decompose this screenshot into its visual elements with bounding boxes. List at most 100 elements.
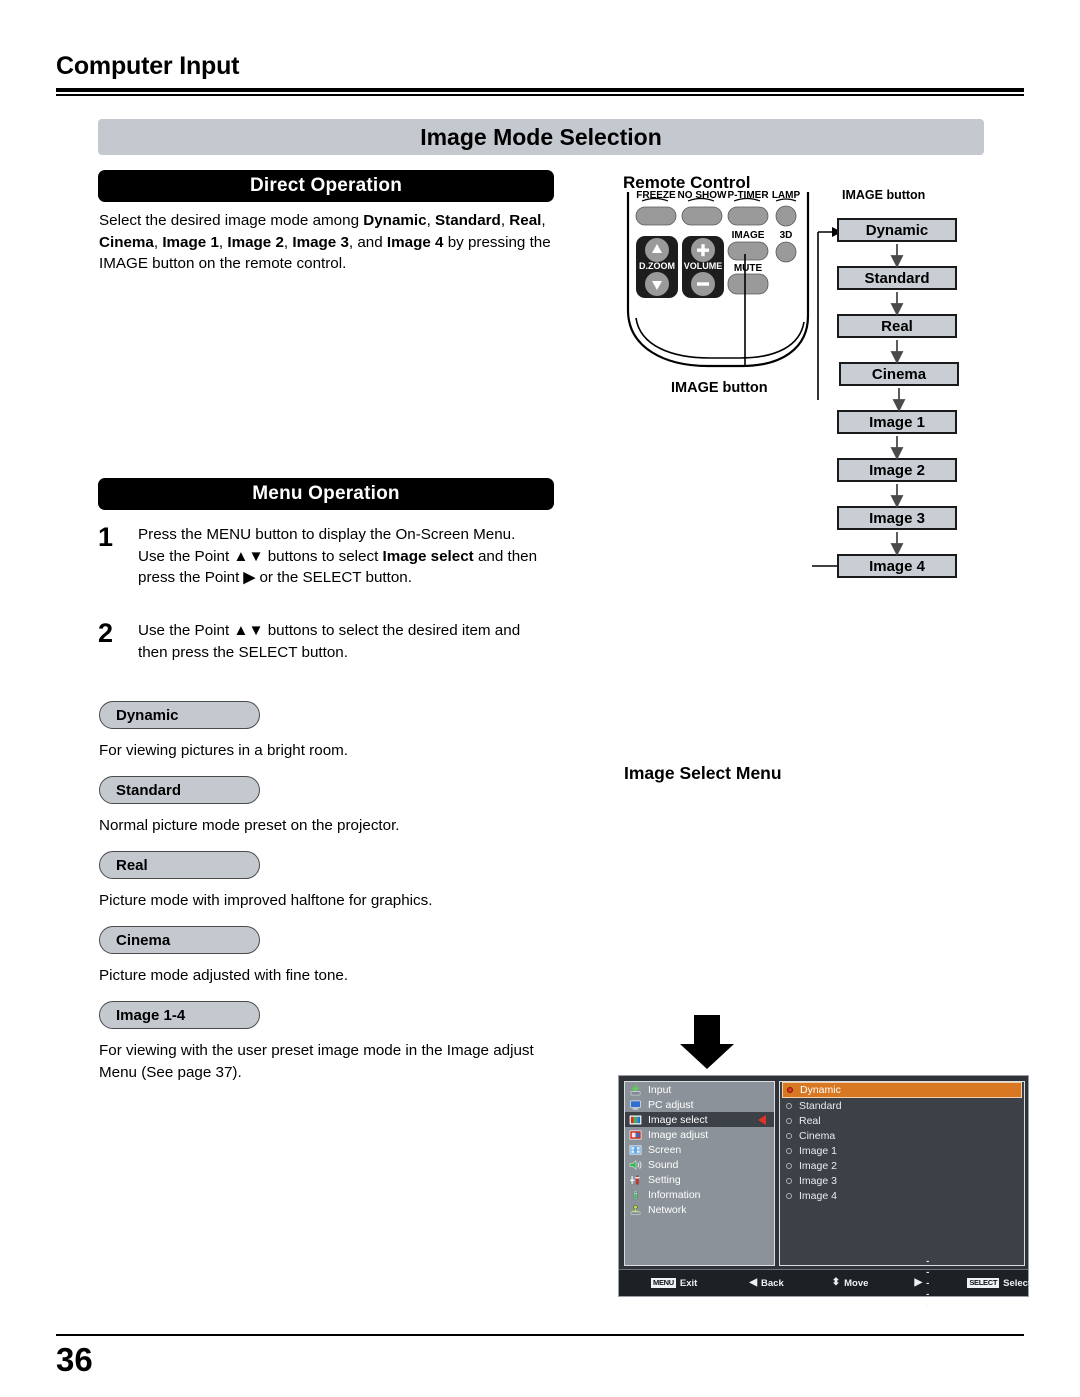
header-rule-thick [56,88,1024,92]
section-banner: Image Mode Selection [98,119,984,155]
image-select-icon [629,1115,642,1124]
mode-desc-dynamic: For viewing pictures in a bright room. [99,742,349,759]
right-arrow-icon: ▶ [243,569,256,586]
sidebar-item-screen[interactable]: Screen [625,1142,774,1157]
radio-icon [787,1087,793,1093]
menu-step-1: 1 Press the MENU button to display the O… [98,524,546,589]
osd-screenshot: Input PC adjust Image select Image adjus… [618,1075,1031,1311]
step-2-part-0: Use the Point [138,622,234,639]
svg-text:LAMP: LAMP [772,190,801,201]
status-next[interactable]: ▶ - - - - - [914,1256,929,1311]
status-back[interactable]: ◀ Back [749,1278,783,1289]
svg-text:VOLUME: VOLUME [684,261,723,271]
sidebar-item-information[interactable]: Information [625,1187,774,1202]
step-1-part-6: or the SELECT button. [255,569,412,586]
osd-option-label-image-4: Image 4 [799,1189,837,1202]
sidebar-label-network: Network [648,1203,687,1216]
screen-icon [629,1144,642,1155]
mode-desc-cinema: Picture mode adjusted with fine tone. [99,967,349,984]
step-1-emphasis: Image select [382,547,474,565]
radio-icon [786,1162,792,1169]
sidebar-item-pc-adjust[interactable]: PC adjust [625,1097,774,1112]
mode-desc-image-1-4: For viewing with the user preset image m… [99,1042,534,1081]
osd-option-label-real: Real [799,1114,821,1127]
osd-option-label-dynamic: Dynamic [800,1084,841,1096]
network-icon [630,1204,641,1215]
sidebar-item-setting[interactable]: Setting [625,1172,774,1187]
inline-mode-5: Image 2 [227,233,284,251]
step-2-text: Use the Point ▲▼ buttons to select the d… [138,620,546,663]
status-select[interactable]: SELECT Select [967,1278,1031,1289]
sidebar-item-network[interactable]: Network [625,1202,774,1217]
flow-arrows-graphic [812,244,906,567]
updown-arrow-icon: ⬍ [831,1277,841,1288]
right-arrow-icon: ▶ [914,1277,923,1288]
status-move[interactable]: ⬍ Move [832,1278,869,1289]
information-icon [633,1189,638,1200]
sound-icon [629,1159,642,1170]
osd-option-image-2[interactable]: Image 2 [780,1158,1024,1173]
inline-mode-2: Real [509,212,542,229]
mode-chip-real: Real [99,851,260,879]
sidebar-label-pc-adjust: PC adjust [648,1098,694,1111]
svg-text:MUTE: MUTE [734,263,763,274]
osd-option-standard[interactable]: Standard [780,1098,1024,1113]
sidebar-item-sound[interactable]: Sound [625,1157,774,1172]
left-arrow-icon: ◀ [749,1277,758,1288]
osd-option-image-1[interactable]: Image 1 [780,1143,1024,1158]
status-label-select: Select [1003,1277,1032,1289]
radio-icon [786,1177,792,1184]
osd-status-bar: MENU Exit ◀ Back ⬍ Move ▶ - - - - - SELE… [619,1256,1031,1311]
mode-chip-dynamic: Dynamic [99,701,260,729]
menu-operation-heading: Menu Operation [98,478,554,510]
direct-operation-body: Select the desired image mode among Dyna… [99,212,551,272]
radio-icon [786,1147,792,1154]
osd-option-real[interactable]: Real [780,1113,1024,1128]
step-1-part-2: buttons to select [263,547,383,565]
status-label-exit: Exit [679,1277,698,1289]
sidebar-label-sound: Sound [648,1158,679,1171]
status-label-back: Back [761,1277,784,1289]
inline-mode-6: Image 3 [292,233,349,251]
sidebar-label-screen: Screen [648,1143,682,1156]
footer-rule [56,1334,1024,1336]
sidebar-label-image-select: Image select [648,1113,708,1126]
setting-icon [630,1174,640,1185]
direct-operation-heading: Direct Operation [98,170,554,202]
page-number: 36 [56,1341,93,1378]
image-mode-flow-chart: Dynamic Standard Real Cinema Image 1 Ima… [812,212,1032,592]
status-label-next: - - - - - [926,1255,930,1311]
mode-chip-image-1-4: Image 1-4 [99,1001,260,1029]
status-exit[interactable]: MENU Exit [651,1278,697,1289]
header-rule-thin [56,94,1024,96]
osd-option-label-image-2: Image 2 [799,1159,837,1172]
osd-option-image-3[interactable]: Image 3 [780,1173,1024,1188]
svg-text:IMAGE: IMAGE [732,230,765,241]
osd-option-image-4[interactable]: Image 4 [780,1188,1024,1203]
inline-mode-4: Image 1 [162,233,219,251]
sidebar-item-image-select[interactable]: Image select [625,1112,774,1127]
sidebar-label-input: Input [648,1083,672,1096]
osd-option-label-standard: Standard [799,1099,842,1112]
osd-option-dynamic[interactable]: Dynamic [782,1082,1022,1098]
osd-option-cinema[interactable]: Cinema [780,1128,1024,1143]
svg-text:FREEZE: FREEZE [636,190,676,201]
sidebar-item-input[interactable]: Input [625,1082,774,1097]
radio-icon [786,1132,792,1139]
radio-icon [786,1102,792,1109]
mode-chip-cinema: Cinema [99,926,260,954]
select-key-badge: SELECT [967,1278,1000,1288]
osd-caption: Image Select Menu [624,763,782,783]
osd-option-label-cinema: Cinema [799,1129,836,1142]
osd-options-panel: Dynamic Standard Real Cinema Image 1 Ima… [779,1081,1025,1266]
inline-mode-3: Cinema [99,233,154,251]
osd-sidebar: Input PC adjust Image select Image adjus… [624,1081,775,1266]
inline-mode-0: Dynamic [363,212,427,229]
sidebar-item-image-adjust[interactable]: Image adjust [625,1127,774,1142]
radio-icon [786,1117,792,1124]
step-1-number: 1 [98,522,114,552]
osd-option-label-image-1: Image 1 [799,1144,837,1157]
image-adjust-icon [629,1130,642,1139]
mode-chip-standard: Standard [99,776,260,804]
status-label-move: Move [844,1277,869,1289]
